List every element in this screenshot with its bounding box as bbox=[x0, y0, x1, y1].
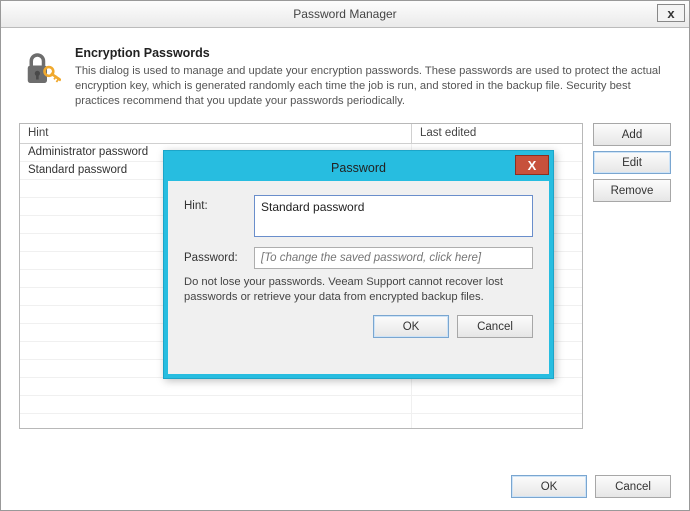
table-header: Hint Last edited bbox=[20, 124, 582, 144]
table-row-empty: . bbox=[20, 414, 582, 429]
password-dialog: Password X Hint: Password: Do not lose y… bbox=[163, 150, 554, 379]
header-description: This dialog is used to manage and update… bbox=[75, 64, 671, 109]
edit-button[interactable]: Edit bbox=[593, 151, 671, 174]
add-button[interactable]: Add bbox=[593, 123, 671, 146]
hint-row: Hint: bbox=[184, 195, 533, 237]
dialog-ok-button[interactable]: OK bbox=[373, 315, 449, 338]
dialog-cancel-button[interactable]: Cancel bbox=[457, 315, 533, 338]
header-text: Encryption Passwords This dialog is used… bbox=[75, 46, 671, 109]
window-close-button[interactable]: x bbox=[657, 4, 685, 22]
dialog-warning-text: Do not lose your passwords. Veeam Suppor… bbox=[184, 275, 533, 305]
password-input[interactable] bbox=[254, 247, 533, 269]
window-footer: OK Cancel bbox=[511, 475, 671, 498]
side-buttons: Add Edit Remove bbox=[593, 123, 671, 429]
hint-label: Hint: bbox=[184, 195, 246, 212]
header-title: Encryption Passwords bbox=[75, 46, 671, 60]
lock-key-icon bbox=[19, 48, 61, 90]
table-row-empty: . bbox=[20, 378, 582, 396]
col-hint[interactable]: Hint bbox=[20, 124, 412, 143]
hint-input[interactable] bbox=[254, 195, 533, 237]
close-icon: x bbox=[667, 6, 674, 21]
window-titlebar: Password Manager x bbox=[1, 1, 689, 28]
dialog-body: Hint: Password: Do not lose your passwor… bbox=[172, 185, 545, 370]
dialog-title: Password bbox=[331, 161, 386, 175]
header-area: Encryption Passwords This dialog is used… bbox=[19, 46, 671, 109]
ok-button[interactable]: OK bbox=[511, 475, 587, 498]
password-manager-window: Password Manager x Encryption Passwords bbox=[0, 0, 690, 511]
password-label: Password: bbox=[184, 247, 246, 264]
cancel-button[interactable]: Cancel bbox=[595, 475, 671, 498]
window-title: Password Manager bbox=[293, 7, 396, 21]
close-icon: X bbox=[528, 158, 537, 173]
col-last-edited[interactable]: Last edited bbox=[412, 124, 582, 143]
dialog-titlebar: Password X bbox=[168, 155, 549, 181]
dialog-footer: OK Cancel bbox=[184, 315, 533, 338]
dialog-close-button[interactable]: X bbox=[515, 155, 549, 175]
table-row-empty: . bbox=[20, 396, 582, 414]
password-row: Password: bbox=[184, 247, 533, 269]
remove-button[interactable]: Remove bbox=[593, 179, 671, 202]
